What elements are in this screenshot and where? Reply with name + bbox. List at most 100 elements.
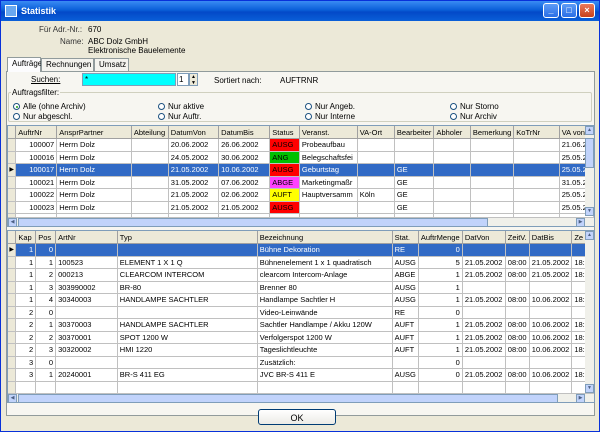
scroll-up-icon[interactable]: ▲: [585, 231, 594, 240]
items-cell: [392, 356, 419, 369]
scroll-right-icon[interactable]: ▶: [576, 218, 585, 227]
items-row[interactable]: 2 1 30370003 HANDLAMPE SACHTLER Sachtler Han…: [8, 318, 594, 332]
orders-col-header[interactable]: Abholer: [433, 126, 471, 139]
items-row[interactable]: 1 3 303990002 BR-80 Brenner 80 AUSG 1: [8, 281, 594, 294]
spin-buttons[interactable]: ▲ ▼: [189, 73, 198, 86]
orders-row[interactable]: 100007 Herrn Dolz 20.06.2002 26.06.2002 AUSG…: [8, 138, 594, 152]
row-pointer-icon[interactable]: ▶: [8, 163, 17, 177]
tab-umsatz[interactable]: Umsatz: [94, 58, 129, 71]
row-indicator[interactable]: [8, 176, 17, 189]
orders-col-header[interactable]: DatumBis: [218, 126, 271, 139]
row-indicator[interactable]: [8, 343, 17, 357]
items-col-header[interactable]: Kap: [15, 231, 37, 244]
items-col-header[interactable]: ZeitV.: [505, 231, 530, 244]
orders-row[interactable]: 100022 Herrn Dolz 21.05.2002 02.06.2002 AUFT…: [8, 188, 594, 202]
row-pointer-icon[interactable]: ▶: [8, 243, 17, 257]
filter-radio-archiv[interactable]: Nur Archiv: [450, 112, 497, 121]
filter-radio-auftr[interactable]: Nur Auftr.: [158, 112, 201, 121]
items-col-header[interactable]: AuftrMenge: [418, 231, 463, 244]
orders-vscroll-thumb[interactable]: [585, 138, 594, 168]
items-empty-row: [8, 381, 594, 394]
items-vertical-scrollbar[interactable]: ▲ ▼: [585, 231, 594, 393]
scroll-left-icon[interactable]: ◀: [8, 394, 17, 403]
orders-col-header[interactable]: DatumVon: [168, 126, 220, 139]
orders-horizontal-scrollbar[interactable]: ◀ ▶: [8, 217, 594, 227]
items-col-header[interactable]: Stat.: [392, 231, 419, 244]
items-row[interactable]: 1 2 000213 CLEARCOM INTERCOM clearcom Interc…: [8, 268, 594, 282]
items-row[interactable]: 3 1 20240001 BR-S 411 EG JVC BR-S 411 E AUSG 0…: [8, 368, 594, 382]
row-indicator[interactable]: [8, 281, 17, 294]
minimize-button[interactable]: _: [543, 3, 559, 18]
orders-col-header[interactable]: AuftrNr: [15, 126, 58, 139]
row-indicator[interactable]: [8, 256, 17, 269]
row-indicator[interactable]: [8, 293, 17, 307]
items-cell: Handlampe Sachtler H: [257, 293, 393, 307]
row-indicator[interactable]: [8, 151, 17, 164]
filter-radio-abgeschl[interactable]: Nur abgeschl.: [13, 112, 72, 121]
orders-hscroll-thumb[interactable]: [18, 218, 488, 227]
items-row[interactable]: 1 1 100523 ELEMENT 1 X 1 Q Bühnenelement 1 x…: [8, 256, 594, 269]
maximize-button[interactable]: □: [561, 3, 577, 18]
filter-radio-storno[interactable]: Nur Storno: [450, 102, 499, 111]
items-cell: 10.06.2002: [529, 368, 573, 382]
items-hscroll-thumb[interactable]: [18, 394, 558, 403]
items-row[interactable]: 2 3 30320002 HMI 1220 Tageslichtleuchte AUFT 1…: [8, 343, 594, 357]
orders-row[interactable]: 100016 Herrn Dolz 24.05.2002 30.06.2002 ANG B…: [8, 151, 594, 164]
tab-auftraege[interactable]: Aufträge: [7, 57, 42, 72]
row-indicator[interactable]: [8, 318, 17, 332]
title-bar[interactable]: Statistik _ □ ×: [1, 1, 599, 21]
items-cell: AUSG: [392, 281, 419, 294]
orders-col-header[interactable]: VA-Ort: [357, 126, 395, 139]
scroll-down-icon[interactable]: ▼: [585, 384, 594, 393]
items-grid[interactable]: Kap Pos ArtNr Typ Bezeichnung Stat. AuftrMenge…: [7, 230, 595, 403]
items-col-header[interactable]: Pos: [35, 231, 57, 244]
scroll-left-icon[interactable]: ◀: [8, 218, 17, 227]
items-row[interactable]: 1 4 30340003 HANDLAMPE SACHTLER Handlampe Sa…: [8, 293, 594, 307]
items-col-header[interactable]: DatBis: [529, 231, 573, 244]
items-horizontal-scrollbar[interactable]: ◀ ▶: [8, 393, 594, 403]
search-spin-input[interactable]: [177, 73, 189, 86]
orders-col-header[interactable]: AnsprPartner: [56, 126, 132, 139]
row-indicator[interactable]: [8, 138, 17, 152]
items-col-header[interactable]: Bezeichnung: [257, 231, 393, 244]
close-button[interactable]: ×: [579, 3, 595, 18]
ok-button[interactable]: OK: [258, 409, 336, 425]
orders-col-header[interactable]: Veranst.: [299, 126, 358, 139]
orders-col-header[interactable]: KoTrNr: [513, 126, 560, 139]
items-col-header[interactable]: DatVon: [462, 231, 506, 244]
spin-down-icon[interactable]: ▼: [190, 80, 197, 86]
items-row[interactable]: 3 0 Zusätzlich: 0: [8, 356, 594, 369]
sort-label: Sortiert nach:: [214, 76, 262, 85]
orders-col-header[interactable]: Abteilung: [131, 126, 169, 139]
row-indicator[interactable]: [8, 188, 17, 202]
items-row[interactable]: 2 2 30370001 SPOT 1200 W Verfolgerspot 1200 …: [8, 331, 594, 344]
items-col-header[interactable]: Typ: [117, 231, 258, 244]
scroll-up-icon[interactable]: ▲: [585, 126, 594, 135]
scroll-down-icon[interactable]: ▼: [585, 207, 594, 216]
row-indicator[interactable]: [8, 268, 17, 282]
orders-vertical-scrollbar[interactable]: ▲ ▼: [585, 126, 594, 216]
items-row[interactable]: ▶ 1 0 Bühne Dekoration RE 0: [8, 243, 594, 257]
row-indicator[interactable]: [8, 201, 17, 214]
orders-row[interactable]: 100021 Herrn Dolz 31.05.2002 07.06.2002 ABGE…: [8, 176, 594, 189]
orders-col-header[interactable]: Bemerkung: [470, 126, 515, 139]
row-indicator[interactable]: [8, 331, 17, 344]
tab-rechnungen[interactable]: Rechnungen: [41, 58, 94, 71]
filter-radio-aktive[interactable]: Nur aktive: [158, 102, 204, 111]
filter-radio-interne[interactable]: Nur Interne: [305, 112, 355, 121]
orders-col-header[interactable]: Bearbeiter: [394, 126, 435, 139]
orders-row[interactable]: ▶ 100017 Herrn Dolz 21.05.2002 10.06.2002 AUS…: [8, 163, 594, 177]
items-row[interactable]: 2 0 Video-Leinwände RE 0: [8, 306, 594, 319]
row-indicator[interactable]: [8, 306, 17, 319]
scroll-right-icon[interactable]: ▶: [576, 394, 585, 403]
orders-col-header[interactable]: Status: [269, 126, 300, 139]
items-col-header[interactable]: ArtNr: [55, 231, 118, 244]
orders-row[interactable]: 100023 Herrn Dolz 21.05.2002 21.05.2002 AUSG…: [8, 201, 594, 214]
sort-value: AUFTRNR: [280, 76, 319, 85]
row-indicator[interactable]: [8, 368, 17, 382]
row-indicator[interactable]: [8, 356, 17, 369]
orders-grid[interactable]: AuftrNr AnsprPartner Abteilung DatumVon Datu…: [7, 125, 595, 227]
filter-radio-alle[interactable]: Alle (ohne Archiv): [13, 102, 86, 111]
filter-radio-angeb[interactable]: Nur Angeb.: [305, 102, 355, 111]
search-input[interactable]: [82, 73, 176, 86]
